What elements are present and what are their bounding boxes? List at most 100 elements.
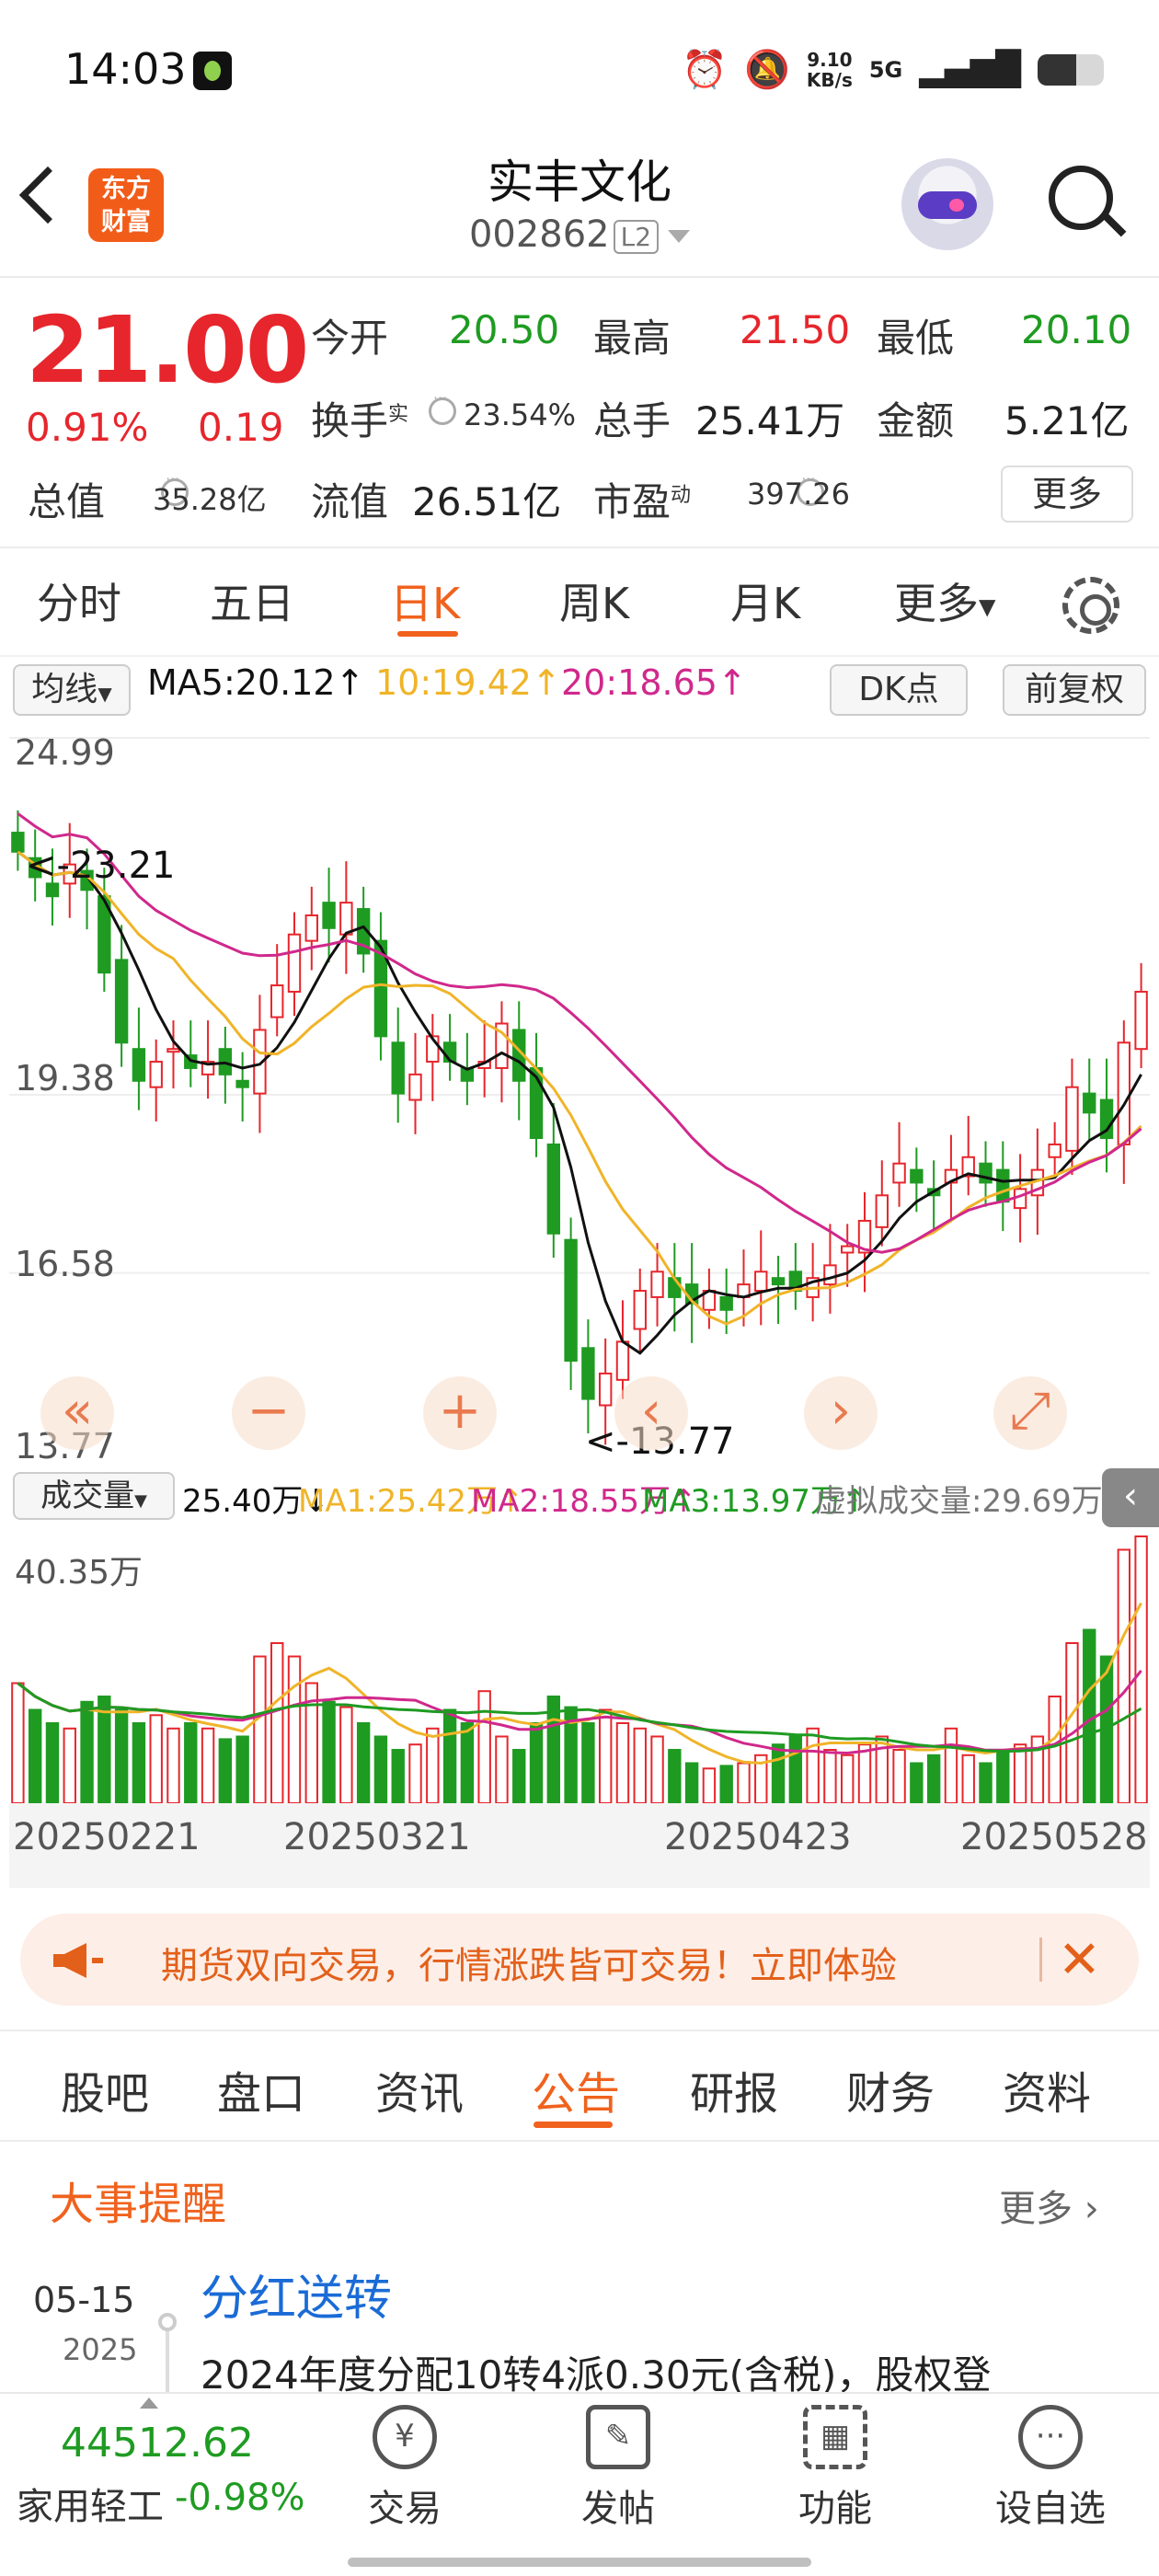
x-tick-3: 20250423	[664, 1816, 852, 1858]
divider	[0, 2140, 1159, 2142]
candle-body	[1134, 990, 1148, 1051]
volume-bar	[11, 1682, 25, 1804]
vol-ma3-text: MA3:13.97万	[642, 1483, 843, 1520]
post-button[interactable]: ✎ 发帖	[535, 2399, 701, 2532]
volume-bar	[910, 1762, 924, 1804]
candle-body	[114, 959, 129, 1044]
tab-more[interactable]: 更多▼	[894, 570, 995, 631]
close-icon[interactable]: ✕	[1058, 1930, 1101, 1990]
signal-icon: ▂▄▆█	[919, 51, 1021, 88]
amount-label: 金额	[877, 398, 955, 443]
collapse-panel-button[interactable]: ‹	[1102, 1468, 1159, 1527]
tab-intraday[interactable]: 分时	[37, 570, 121, 631]
candle-body	[823, 1264, 837, 1286]
volume-bar	[391, 1749, 405, 1804]
scroll-right-button[interactable]: ›	[804, 1376, 878, 1450]
scroll-left-fast-button[interactable]: «	[40, 1376, 114, 1450]
volume-bar	[892, 1749, 906, 1804]
volume-bar	[806, 1727, 820, 1804]
event-year: 2025	[63, 2332, 138, 2367]
ma10-line	[17, 850, 1142, 1326]
yen-refresh-icon: ¥	[373, 2405, 437, 2469]
volume-select[interactable]: 成交量▼	[13, 1472, 175, 1520]
status-time: 14:03	[64, 44, 187, 94]
volume-select-label: 成交量	[40, 1478, 135, 1514]
index-value[interactable]: 44512.62	[61, 2420, 254, 2467]
scroll-left-button[interactable]: ‹	[614, 1376, 688, 1450]
volume-bar	[114, 1708, 129, 1804]
zoom-out-button[interactable]: −	[232, 1376, 305, 1450]
fullscreen-button[interactable]: ⤢	[993, 1376, 1067, 1450]
zoom-in-button[interactable]: +	[423, 1376, 497, 1450]
more-quote-button[interactable]: 更多	[1001, 466, 1133, 523]
add-watchlist-label: 设自选	[995, 2488, 1106, 2530]
candle-body	[304, 914, 318, 942]
candle-body	[996, 1168, 1010, 1203]
tab-research[interactable]: 研报	[690, 2057, 778, 2122]
volume-chart	[11, 1535, 1148, 1805]
volume-bar	[702, 1767, 717, 1804]
volume-current-text: 25.40万	[182, 1483, 304, 1520]
index-name[interactable]: 家用轻工	[17, 2477, 164, 2530]
volume-bar	[581, 1722, 595, 1804]
tab-monthly-k[interactable]: 月K	[730, 570, 800, 631]
tab-weekly-k[interactable]: 周K	[559, 570, 629, 631]
events-more-link[interactable]: 更多 ›	[999, 2179, 1099, 2232]
functions-button[interactable]: ▦ 功能	[752, 2399, 918, 2532]
volume-bar	[287, 1655, 302, 1804]
volume-bar	[668, 1749, 682, 1804]
more-dots-icon: ···	[1018, 2405, 1083, 2469]
tab-announcements[interactable]: 公告	[532, 2057, 620, 2122]
candle-body	[633, 1290, 647, 1330]
trade-button[interactable]: ¥ 交易	[322, 2399, 488, 2532]
candle-body	[754, 1271, 768, 1293]
amount-value: 5.21亿	[1004, 398, 1130, 443]
virtual-volume: 虚拟成交量:29.69万	[815, 1483, 1103, 1520]
search-icon[interactable]	[1049, 166, 1113, 230]
candle-body	[892, 1162, 906, 1184]
high-value: 21.50	[740, 307, 851, 352]
tab-profile[interactable]: 资料	[1003, 2057, 1091, 2122]
tab-pankou[interactable]: 盘口	[217, 2057, 305, 2122]
tab-news[interactable]: 资讯	[375, 2057, 464, 2122]
volume-bar	[961, 1754, 975, 1805]
app-notification-icon	[193, 52, 232, 90]
x-tick-1: 20250221	[13, 1816, 201, 1858]
candlestick-chart[interactable]	[9, 727, 1150, 1463]
grid-icon: ▦	[803, 2405, 867, 2469]
chart-period-tabs: 分时 五日 日K 周K 月K 更多▼	[0, 570, 1159, 644]
divider	[0, 655, 1159, 657]
robot-assistant-avatar[interactable]	[901, 158, 993, 250]
ma5-value: MA5:20.12↑	[147, 662, 365, 703]
adjust-button[interactable]: 前复权	[1003, 664, 1146, 716]
gear-icon[interactable]	[1062, 577, 1119, 634]
volume-bar	[529, 1722, 544, 1804]
volume-bar	[633, 1727, 647, 1804]
tab-five-day[interactable]: 五日	[210, 570, 294, 631]
divider	[0, 546, 1159, 548]
change-percent: 0.91%	[26, 405, 149, 450]
volume-bar	[615, 1722, 630, 1804]
candle-body	[391, 1041, 405, 1095]
caret-down-icon: ▼	[134, 1491, 147, 1511]
info-icon[interactable]	[429, 389, 456, 425]
candle-body	[719, 1295, 733, 1311]
open-label: 今开	[311, 316, 389, 361]
volume-bar	[788, 1735, 803, 1804]
tab-guba[interactable]: 股吧	[61, 2057, 149, 2122]
volume-bar	[737, 1762, 751, 1804]
ma-select[interactable]: 均线▼	[13, 664, 131, 716]
candle-body	[581, 1347, 595, 1400]
pe-label: 市盈动	[593, 471, 691, 527]
dk-point-button[interactable]: DK点	[830, 664, 968, 716]
tab-finance[interactable]: 财务	[846, 2057, 935, 2122]
tab-active-indicator	[397, 631, 458, 637]
add-watchlist-button[interactable]: ··· 设自选	[968, 2399, 1133, 2532]
volume-bar	[235, 1735, 249, 1804]
tab-daily-k[interactable]: 日K	[390, 570, 460, 631]
candle-body	[615, 1340, 630, 1381]
volume-bar	[373, 1735, 388, 1804]
event-title[interactable]: 分红送转	[201, 2260, 392, 2329]
volume-bar	[322, 1700, 336, 1804]
battery-icon	[1038, 53, 1104, 86]
